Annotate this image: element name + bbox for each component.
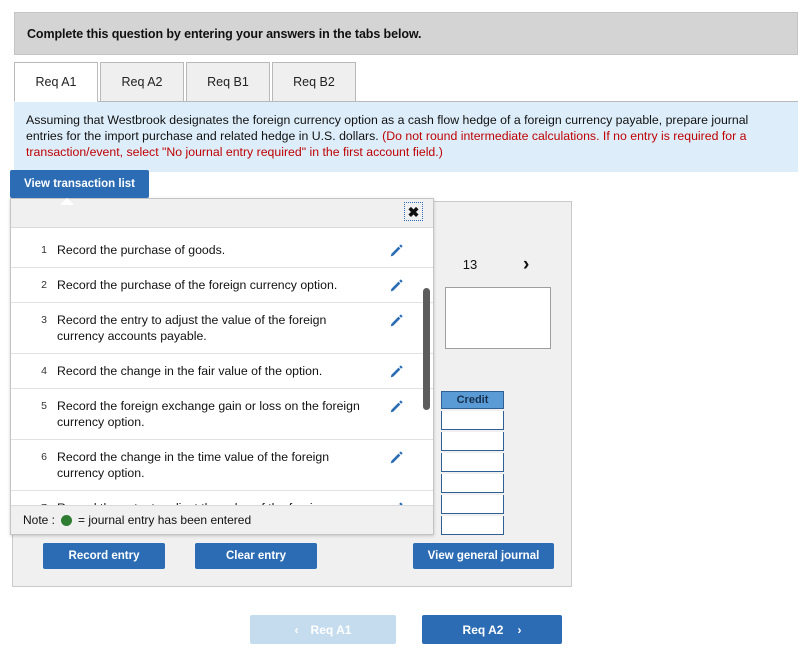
note-prefix-label: Note : xyxy=(23,513,56,527)
transaction-row-text: Record the purchase of the foreign curre… xyxy=(57,278,338,292)
instruction-banner-text: Complete this question by entering your … xyxy=(27,26,422,41)
journal-entry-pager: 13 › xyxy=(443,255,563,274)
transaction-row-text: Record the entry to adjust the value of … xyxy=(57,500,379,505)
question-prompt: Assuming that Westbrook designates the f… xyxy=(14,102,798,172)
transaction-row-number: 6 xyxy=(41,451,47,463)
chevron-right-icon: › xyxy=(517,622,522,637)
record-entry-button[interactable]: Record entry xyxy=(43,543,165,569)
transaction-row-number: 4 xyxy=(41,365,47,377)
close-icon[interactable]: ✖ xyxy=(404,202,423,221)
tab-req-b1[interactable]: Req B1 xyxy=(186,62,270,102)
pencil-icon xyxy=(390,451,403,464)
transaction-row-number: 7 xyxy=(11,500,57,505)
transaction-list-body: 1 Record the purchase of goods. 2 Record… xyxy=(11,228,433,505)
transaction-row[interactable]: 1 Record the purchase of goods. xyxy=(11,228,433,268)
pencil-icon xyxy=(390,365,403,378)
credit-input-cell[interactable] xyxy=(441,474,504,493)
next-requirement-button[interactable]: Req A2 › xyxy=(422,615,562,644)
edit-pencil-icon[interactable] xyxy=(379,242,413,258)
transaction-row[interactable]: 2 Record the purchase of the foreign cur… xyxy=(11,268,433,303)
transaction-row-number: 2 xyxy=(41,279,47,291)
instruction-banner: Complete this question by entering your … xyxy=(14,12,798,55)
credit-input-cell[interactable] xyxy=(441,432,504,451)
transaction-row-text: Record the entry to adjust the value of … xyxy=(57,313,327,343)
transaction-row-text: Record the change in the fair value of t… xyxy=(57,364,323,378)
transaction-list-scrollbar[interactable] xyxy=(423,288,430,410)
credit-input-cell[interactable] xyxy=(441,495,504,514)
transaction-list-header: ✖ xyxy=(11,199,433,228)
credit-input-cell[interactable] xyxy=(441,453,504,472)
transaction-list-popover: ✖ 1 Record the purchase of goods. 2 Reco… xyxy=(10,198,434,535)
transaction-row-number: 1 xyxy=(41,244,47,256)
popover-arrow-icon xyxy=(60,198,74,205)
pencil-icon xyxy=(390,314,403,327)
chevron-right-icon[interactable]: › xyxy=(523,255,529,274)
transaction-row-text: Record the change in the time value of t… xyxy=(57,450,330,480)
view-transaction-list-wrap: View transaction list xyxy=(10,170,149,205)
green-dot-icon xyxy=(61,514,73,526)
pencil-icon xyxy=(390,400,403,413)
tab-req-b2[interactable]: Req B2 xyxy=(272,62,356,102)
edit-pencil-icon[interactable] xyxy=(379,398,413,414)
tab-req-a1[interactable]: Req A1 xyxy=(14,62,98,102)
credit-input-cell[interactable] xyxy=(441,411,504,430)
journal-panel-footer: Record entry Clear entry View general jo… xyxy=(13,532,573,588)
prev-requirement-button[interactable]: ‹ Req A1 xyxy=(250,615,396,644)
transaction-row-text: Record the purchase of goods. xyxy=(57,243,226,257)
transaction-row-number: 3 xyxy=(41,314,47,326)
edit-pencil-icon[interactable] xyxy=(379,449,413,465)
transaction-row[interactable]: 7 Record the entry to adjust the value o… xyxy=(11,491,433,505)
transaction-row-text: Record the foreign exchange gain or loss… xyxy=(57,399,360,429)
note-suffix-label: = journal entry has been entered xyxy=(78,513,252,527)
edit-pencil-icon[interactable] xyxy=(379,363,413,379)
view-transaction-list-button[interactable]: View transaction list xyxy=(10,170,149,198)
transaction-row-number: 5 xyxy=(41,400,47,412)
tab-req-b1-label: Req B1 xyxy=(207,75,249,89)
edit-pencil-icon[interactable] xyxy=(379,500,413,505)
view-general-journal-button[interactable]: View general journal xyxy=(413,543,554,569)
tab-req-b2-label: Req B2 xyxy=(293,75,335,89)
edit-pencil-icon[interactable] xyxy=(379,277,413,293)
requirement-tabs: Req A1 Req A2 Req B1 Req B2 xyxy=(14,62,358,102)
prev-requirement-label: Req A1 xyxy=(310,622,352,637)
chevron-left-icon: ‹ xyxy=(294,622,299,637)
footer-navigation: ‹ Req A1 Req A2 › xyxy=(0,615,812,644)
next-requirement-label: Req A2 xyxy=(462,622,504,637)
pencil-icon xyxy=(390,279,403,292)
pencil-icon xyxy=(390,244,403,257)
journal-entry-note-textarea[interactable] xyxy=(445,287,551,349)
credit-column: Credit xyxy=(441,391,504,535)
transaction-row[interactable]: 5 Record the foreign exchange gain or lo… xyxy=(11,389,433,440)
pencil-icon xyxy=(397,502,403,505)
journal-entry-page-number: 13 xyxy=(462,257,478,272)
transaction-row[interactable]: 3 Record the entry to adjust the value o… xyxy=(11,303,433,354)
clear-entry-button[interactable]: Clear entry xyxy=(195,543,317,569)
transaction-row[interactable]: 6 Record the change in the time value of… xyxy=(11,440,433,491)
tab-req-a2-label: Req A2 xyxy=(121,75,163,89)
tab-req-a2[interactable]: Req A2 xyxy=(100,62,184,102)
tab-req-a1-label: Req A1 xyxy=(35,75,77,89)
transaction-list-note: Note : = journal entry has been entered xyxy=(11,505,433,534)
credit-column-header: Credit xyxy=(441,391,504,409)
transaction-row[interactable]: 4 Record the change in the fair value of… xyxy=(11,354,433,389)
edit-pencil-icon[interactable] xyxy=(379,312,413,328)
